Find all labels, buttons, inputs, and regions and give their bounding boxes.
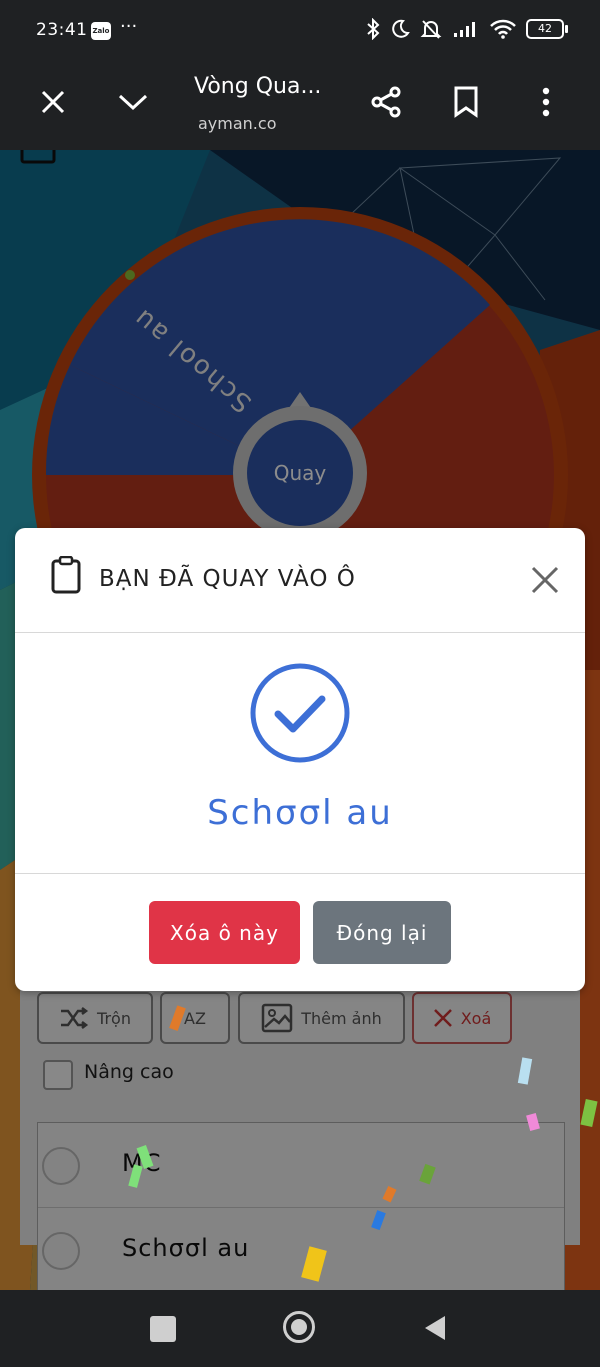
home-button[interactable] bbox=[283, 1311, 315, 1343]
close-tab-button[interactable] bbox=[29, 78, 77, 126]
muted-bell-icon bbox=[420, 20, 442, 39]
more-vertical-icon bbox=[542, 87, 550, 117]
system-nav-bar bbox=[0, 1290, 600, 1367]
minimize-button[interactable] bbox=[109, 78, 157, 126]
result-text: Schσσl au bbox=[207, 793, 393, 833]
battery-indicator: 42 bbox=[526, 19, 568, 39]
clipboard-icon bbox=[51, 556, 81, 594]
modal-title: BẠN ĐÃ QUAY VÀO Ô bbox=[99, 566, 356, 592]
page-url[interactable]: ayman.co bbox=[198, 114, 276, 133]
wifi-icon bbox=[490, 19, 516, 39]
signal-icon bbox=[454, 22, 475, 37]
status-icons: 42 bbox=[366, 18, 568, 40]
recent-apps-button[interactable] bbox=[150, 1316, 176, 1342]
bluetooth-icon bbox=[367, 18, 380, 40]
bookmark-button[interactable] bbox=[442, 78, 490, 126]
share-icon bbox=[371, 86, 401, 118]
bookmark-icon bbox=[454, 86, 478, 118]
status-bar: 23:41 Zalo ··· 42 bbox=[0, 0, 600, 62]
modal-header: BẠN ĐÃ QUAY VÀO Ô bbox=[15, 528, 585, 633]
back-button[interactable] bbox=[423, 1314, 447, 1342]
share-button[interactable] bbox=[362, 78, 410, 126]
close-modal-button[interactable]: Đóng lại bbox=[313, 901, 451, 964]
close-icon bbox=[531, 566, 559, 594]
chevron-down-icon bbox=[118, 94, 148, 111]
status-time: 23:41 bbox=[36, 20, 88, 40]
check-circle-icon bbox=[250, 663, 350, 763]
result-modal: BẠN ĐÃ QUAY VÀO Ô Schσσl au Xóa ô này Đó… bbox=[15, 528, 585, 991]
zalo-notification-icon: Zalo bbox=[91, 22, 111, 40]
browser-toolbar: Vòng Qua... ayman.co bbox=[0, 62, 600, 150]
more-menu-button[interactable] bbox=[522, 78, 570, 126]
close-icon bbox=[41, 90, 65, 114]
remove-slot-button[interactable]: Xóa ô này bbox=[149, 901, 300, 964]
more-notifications-icon: ··· bbox=[120, 16, 138, 37]
page-title[interactable]: Vòng Qua... bbox=[194, 74, 321, 99]
modal-footer-divider bbox=[15, 873, 585, 874]
modal-close-button[interactable] bbox=[523, 558, 567, 602]
do-not-disturb-moon-icon bbox=[392, 19, 410, 38]
